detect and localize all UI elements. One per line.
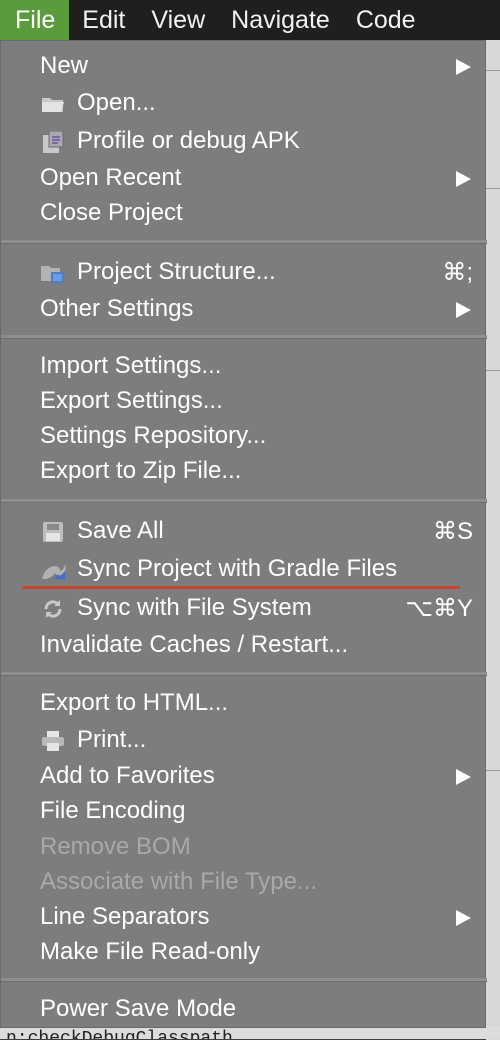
menu-item-project-structure[interactable]: Project Structure... ⌘; bbox=[1, 254, 487, 290]
menu-item-associate-file-type: Associate with File Type... bbox=[1, 864, 487, 900]
menu-item-sync-file-system[interactable]: Sync with File System ⌥⌘Y bbox=[1, 590, 487, 626]
menu-item-line-separators[interactable]: Line Separators bbox=[1, 899, 487, 935]
menu-item-label: Sync Project with Gradle Files bbox=[77, 555, 398, 582]
menu-item-label: Sync with File System bbox=[77, 594, 312, 621]
gradle-sync-icon bbox=[40, 559, 66, 581]
menu-item-export-zip[interactable]: Export to Zip File... bbox=[1, 453, 487, 489]
menu-item-sync-gradle[interactable]: Sync Project with Gradle Files bbox=[1, 551, 487, 587]
folder-icon bbox=[40, 93, 66, 115]
menu-item-make-read-only[interactable]: Make File Read-only bbox=[1, 934, 487, 970]
menu-item-label: Remove BOM bbox=[40, 833, 191, 860]
menu-item-export-html[interactable]: Export to HTML... bbox=[1, 685, 487, 721]
menu-item-label: Line Separators bbox=[40, 903, 210, 930]
menu-item-profile-debug-apk[interactable]: Profile or debug APK bbox=[1, 123, 487, 159]
menu-item-label: Profile or debug APK bbox=[77, 127, 300, 154]
menu-item-label: Other Settings bbox=[40, 295, 194, 322]
menu-item-label: Make File Read-only bbox=[40, 938, 261, 965]
shortcut-label: ⌥⌘Y bbox=[405, 595, 473, 622]
menu-item-label: Power Save Mode bbox=[40, 995, 237, 1022]
shortcut-label: ⌘; bbox=[442, 259, 473, 286]
refresh-icon bbox=[40, 598, 66, 620]
save-icon bbox=[40, 521, 66, 543]
submenu-arrow-icon bbox=[456, 769, 471, 785]
menu-edit[interactable]: Edit bbox=[69, 0, 138, 40]
submenu-arrow-icon bbox=[456, 910, 471, 926]
menu-item-label: Project Structure... bbox=[77, 258, 276, 285]
menu-item-label: Export to Zip File... bbox=[40, 457, 242, 484]
menu-separator bbox=[1, 240, 487, 244]
menu-item-label: Print... bbox=[77, 726, 147, 753]
background-window bbox=[486, 40, 500, 1040]
menu-item-remove-bom: Remove BOM bbox=[1, 829, 487, 865]
menu-item-power-save-mode[interactable]: Power Save Mode bbox=[1, 991, 487, 1027]
project-structure-icon bbox=[40, 262, 66, 284]
menu-separator bbox=[1, 335, 487, 339]
menu-file[interactable]: File bbox=[0, 0, 70, 40]
menu-item-close-project[interactable]: Close Project bbox=[1, 195, 487, 231]
menu-item-label: Settings Repository... bbox=[40, 422, 267, 449]
menu-item-label: Add to Favorites bbox=[40, 762, 215, 789]
menu-item-other-settings[interactable]: Other Settings bbox=[1, 291, 487, 327]
menu-item-label: Export to HTML... bbox=[40, 689, 229, 716]
submenu-arrow-icon bbox=[456, 302, 471, 318]
menu-item-import-settings[interactable]: Import Settings... bbox=[1, 348, 487, 384]
menu-item-label: Associate with File Type... bbox=[40, 868, 318, 895]
menu-item-new[interactable]: New bbox=[1, 48, 487, 84]
menu-item-label: File Encoding bbox=[40, 797, 186, 824]
menu-navigate[interactable]: Navigate bbox=[218, 0, 343, 40]
menu-item-file-encoding[interactable]: File Encoding bbox=[1, 793, 487, 829]
menu-separator bbox=[1, 499, 487, 503]
printer-icon bbox=[40, 730, 66, 752]
file-menu-dropdown: New Open... Profile or debug APK Open Re… bbox=[0, 40, 487, 1028]
shortcut-label: ⌘S bbox=[432, 518, 473, 545]
submenu-arrow-icon bbox=[456, 171, 471, 187]
apk-icon bbox=[40, 130, 66, 153]
menu-item-open[interactable]: Open... bbox=[1, 85, 487, 121]
menu-item-label: Import Settings... bbox=[40, 352, 222, 379]
menu-item-label: Export Settings... bbox=[40, 387, 223, 414]
menu-separator bbox=[1, 672, 487, 676]
menu-item-export-settings[interactable]: Export Settings... bbox=[1, 383, 487, 419]
menu-item-save-all[interactable]: Save All ⌘S bbox=[1, 513, 487, 549]
submenu-arrow-icon bbox=[456, 59, 471, 75]
menu-item-settings-repository[interactable]: Settings Repository... bbox=[1, 418, 487, 454]
menu-item-label: Invalidate Caches / Restart... bbox=[40, 631, 349, 658]
menu-item-invalidate-caches[interactable]: Invalidate Caches / Restart... bbox=[1, 627, 487, 663]
menu-code[interactable]: Code bbox=[343, 0, 429, 40]
highlight-underline bbox=[22, 586, 460, 589]
menu-item-add-favorites[interactable]: Add to Favorites bbox=[1, 758, 487, 794]
menu-item-label: New bbox=[40, 52, 89, 79]
menu-separator bbox=[1, 978, 487, 982]
menu-item-label: Close Project bbox=[40, 199, 183, 226]
menu-view[interactable]: View bbox=[138, 0, 218, 40]
menu-item-label: Open... bbox=[77, 89, 156, 116]
menu-item-label: Open Recent bbox=[40, 164, 182, 191]
menu-item-open-recent[interactable]: Open Recent bbox=[1, 160, 487, 196]
menubar: File Edit View Navigate Code bbox=[0, 0, 500, 40]
menu-item-label: Save All bbox=[77, 517, 164, 544]
menu-item-print[interactable]: Print... bbox=[1, 722, 487, 758]
